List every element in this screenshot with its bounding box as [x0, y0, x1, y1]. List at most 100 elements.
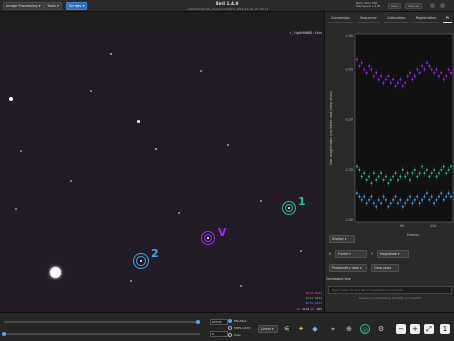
data-point [428, 198, 431, 201]
command-input[interactable]: Type "help" for the list of supported co… [328, 286, 452, 294]
tab-plot[interactable]: Pl [443, 14, 452, 23]
star2-label: 2 [151, 247, 159, 260]
data-point [394, 195, 397, 198]
data-point [358, 168, 361, 171]
disk-space: Disk Space: 1.2 TB [356, 5, 381, 9]
data-point [450, 195, 452, 198]
data-point [396, 202, 399, 205]
min-value-field[interactable]: 0 [210, 331, 228, 337]
pixel-value-g: G=14.0434 [305, 296, 322, 300]
min-slider[interactable] [4, 333, 200, 335]
crosshair-icon[interactable]: ⌖ [328, 324, 338, 334]
data-point [363, 68, 366, 71]
data-point [423, 68, 426, 71]
data-point [399, 175, 402, 178]
y-axis-select[interactable]: Magnitude ▾ [377, 250, 409, 258]
zoom-100-icon[interactable]: 1 [440, 324, 450, 334]
data-point [396, 81, 399, 84]
data-point [428, 175, 431, 178]
display-select-value: Display [332, 237, 344, 241]
data-point [372, 75, 375, 78]
data-point [450, 165, 452, 168]
data-point [413, 198, 416, 201]
data-point [387, 182, 390, 185]
star [260, 200, 262, 202]
zoom-in-icon[interactable]: + [410, 324, 420, 334]
y-axis-label: Star magnitudes (variables and comp star… [329, 90, 333, 165]
y-tick-label: -2.50 [345, 218, 353, 222]
star [227, 144, 229, 146]
x-axis-select[interactable]: Frame ▾ [335, 250, 367, 258]
min-slider-handle[interactable] [2, 332, 6, 336]
data-point [372, 202, 375, 205]
save-button[interactable]: Save [388, 3, 401, 9]
data-point [428, 65, 431, 68]
data-point [370, 68, 373, 71]
data-point [430, 68, 433, 71]
scale-select[interactable]: Linear ▾ [258, 325, 278, 333]
data-point [392, 78, 395, 81]
data-point [384, 198, 387, 201]
data-point [363, 172, 366, 175]
current-path: ...Data/Origin/XL_Cerebrum/dark_2025-12-… [185, 6, 269, 11]
data-point [387, 205, 390, 208]
minmax-radio[interactable] [228, 319, 232, 323]
x-axis-label: Frames [407, 233, 420, 237]
data-point [442, 78, 445, 81]
minimize-icon[interactable] [440, 3, 445, 8]
data-point [360, 61, 363, 64]
data-point [377, 78, 380, 81]
data-point [401, 85, 404, 88]
app-title: Siril 1.4.0 [215, 1, 239, 6]
x-tick-label: 114 [430, 224, 436, 228]
data-point [416, 68, 419, 71]
clear-plots-button[interactable]: Clear plots [371, 264, 399, 272]
data-point [382, 81, 385, 84]
plot-area [354, 33, 454, 223]
star [155, 148, 157, 150]
zoom-out-icon[interactable]: − [396, 324, 406, 334]
user-label: User [234, 333, 241, 337]
tab-calibration[interactable]: Calibration [384, 14, 409, 23]
image-viewport[interactable]: r_light00002.fits 1 2 V R=14.0924 G=14.0… [0, 30, 324, 312]
max-slider[interactable] [4, 321, 200, 323]
color-palette-icon[interactable]: ✦ [296, 324, 306, 334]
star1-core [288, 207, 290, 209]
grid-icon[interactable]: ⊕ [344, 324, 354, 334]
data-point [384, 78, 387, 81]
data-point [394, 85, 397, 88]
photometry-data-select[interactable]: Photometry data ▾ [329, 264, 367, 272]
data-point [445, 75, 448, 78]
data-point [406, 172, 409, 175]
display-select[interactable]: Display ▾ [329, 235, 355, 243]
light-curve-plot[interactable]: Star magnitudes (variables and comp star… [327, 28, 454, 238]
mips-radio[interactable] [228, 326, 232, 330]
data-point [365, 178, 368, 181]
save-as-button[interactable]: Save as [405, 3, 422, 9]
tab-registration[interactable]: Registration [413, 14, 440, 23]
snapshot-icon[interactable]: ◆ [310, 324, 320, 334]
settings-icon[interactable]: ⚙ [376, 324, 386, 334]
photometry-icon[interactable]: ◎ [360, 324, 370, 334]
data-point [375, 178, 378, 181]
data-point [404, 81, 407, 84]
data-point [404, 202, 407, 205]
data-point [360, 198, 363, 201]
data-point [375, 71, 378, 74]
y-tick-label: -2.20 [345, 118, 353, 122]
zoom-fit-icon[interactable]: ⤢ [424, 324, 434, 334]
data-point [387, 75, 390, 78]
data-point [380, 172, 383, 175]
data-point [433, 71, 436, 74]
data-point [411, 172, 414, 175]
max-slider-handle[interactable] [196, 320, 200, 324]
autostretch-icon[interactable]: ⚟ [282, 324, 292, 334]
max-value-field[interactable]: 65535 [210, 319, 228, 325]
tab-conversion[interactable]: Conversion [328, 14, 354, 23]
tab-sequence[interactable]: Sequence [357, 14, 380, 23]
data-point [430, 172, 433, 175]
user-radio[interactable] [228, 333, 232, 337]
data-point [389, 202, 392, 205]
hamburger-menu-icon[interactable] [430, 3, 435, 8]
data-point [382, 178, 385, 181]
